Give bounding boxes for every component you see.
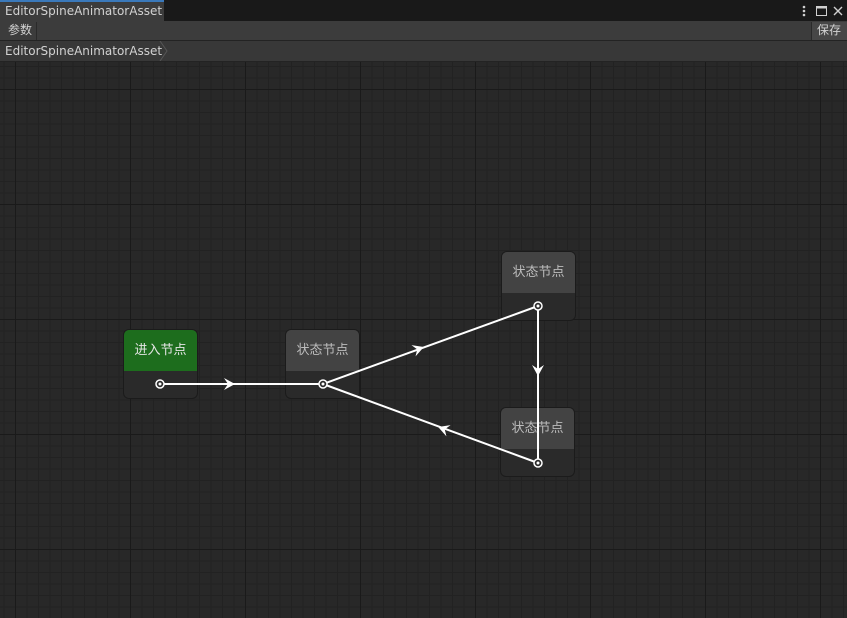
window-controls xyxy=(797,0,845,21)
node-port-state-2[interactable] xyxy=(533,301,543,311)
transition-arrow-icon xyxy=(436,421,451,437)
breadcrumb-item-label: EditorSpineAnimatorAsset xyxy=(5,44,163,58)
node-title: 状态节点 xyxy=(502,252,575,293)
tab-bar: EditorSpineAnimatorAsset xyxy=(0,0,847,21)
node-title: 状态节点 xyxy=(286,330,359,371)
close-icon[interactable] xyxy=(831,4,845,18)
transition-arrow-icon xyxy=(532,365,544,376)
node-port-state-1[interactable] xyxy=(318,379,328,389)
tab-title: EditorSpineAnimatorAsset xyxy=(5,4,163,18)
graph-canvas[interactable]: 进入节点 状态节点 状态节点 状态节点 xyxy=(0,62,847,618)
toolbar: 参数 保存 xyxy=(0,21,847,41)
node-title: 进入节点 xyxy=(124,330,197,371)
node-title: 状态节点 xyxy=(501,408,574,449)
transition-arrow-icon xyxy=(411,341,426,357)
breadcrumb-item-root[interactable]: EditorSpineAnimatorAsset xyxy=(0,41,168,61)
kebab-menu-icon[interactable] xyxy=(797,4,811,18)
params-button[interactable]: 参数 xyxy=(4,22,38,40)
animator-editor-window: EditorSpineAnimatorAsset 参数 保存 EditorSpi… xyxy=(0,0,847,618)
breadcrumb-separator-icon xyxy=(159,41,168,61)
save-button[interactable]: 保存 xyxy=(810,22,847,40)
tab-editor-spine-animator-asset[interactable]: EditorSpineAnimatorAsset xyxy=(0,0,164,21)
node-port-entry[interactable] xyxy=(155,379,165,389)
node-port-state-3[interactable] xyxy=(533,458,543,468)
transition-arrow-icon xyxy=(224,378,235,390)
maximize-icon[interactable] xyxy=(814,4,828,18)
breadcrumb: EditorSpineAnimatorAsset xyxy=(0,41,847,62)
